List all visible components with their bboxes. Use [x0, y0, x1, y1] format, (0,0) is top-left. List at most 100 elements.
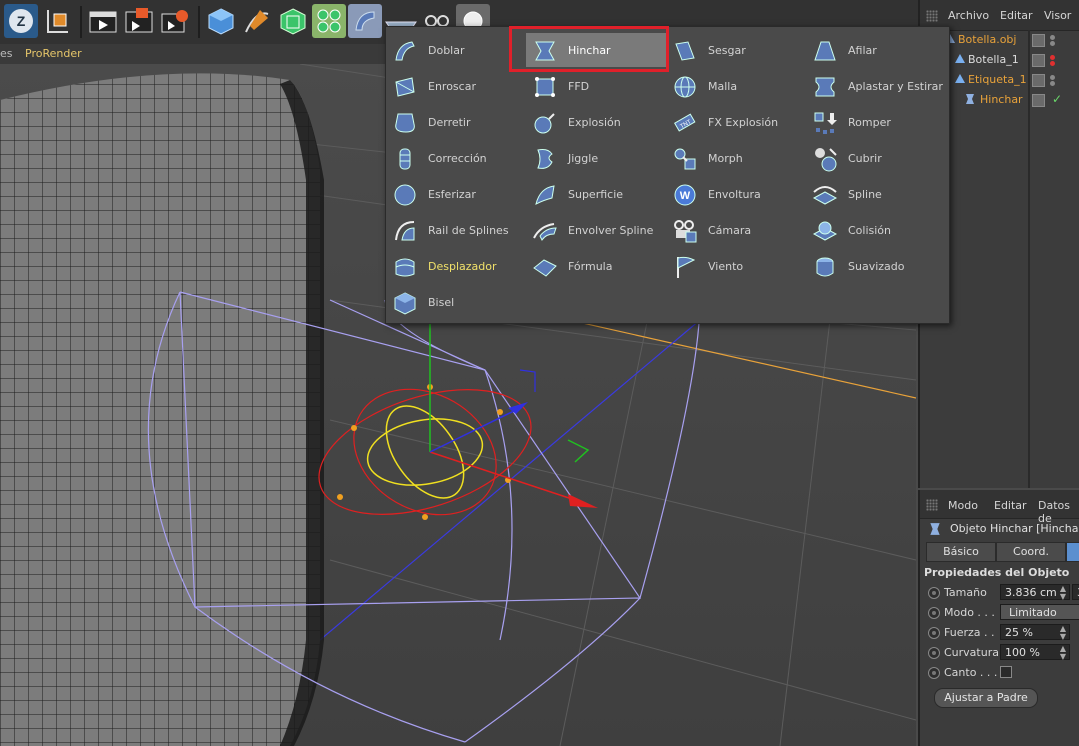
live-select-icon[interactable] — [40, 4, 74, 38]
displacer-icon — [392, 254, 418, 280]
menu-item-malla[interactable]: Malla — [666, 69, 806, 103]
undo-redo-icon[interactable]: Z — [4, 4, 38, 38]
menu-item-correccion[interactable]: Corrección — [386, 141, 526, 175]
menu-item-suavizado[interactable]: Suavizado — [806, 249, 946, 283]
render-settings-icon[interactable] — [158, 4, 192, 38]
twist-icon — [392, 74, 418, 100]
enabled-check-icon[interactable]: ✓ — [1052, 92, 1062, 106]
menu-editar[interactable]: Editar — [1000, 9, 1033, 22]
panel-grip-icon[interactable] — [926, 499, 938, 511]
menu-item-jiggle[interactable]: Jiggle — [526, 141, 666, 175]
fillet-checkbox[interactable] — [1000, 666, 1012, 678]
deformer-bend-icon[interactable] — [348, 4, 382, 38]
object-name: Botella_1 — [968, 53, 1019, 66]
menu-visor[interactable]: Visor — [1044, 9, 1071, 22]
menu-item-cubrir[interactable]: Cubrir — [806, 141, 946, 175]
menu-item-camara[interactable]: Cámara — [666, 213, 806, 247]
menu-editar[interactable]: Editar — [994, 499, 1027, 512]
polygon-object-icon — [955, 74, 965, 83]
menu-item-morph[interactable]: Morph — [666, 141, 806, 175]
menu-item-label: FX Explosión — [708, 116, 779, 129]
menu-item-desplazador[interactable]: Desplazador — [386, 249, 526, 283]
render-view-icon[interactable] — [86, 4, 120, 38]
curvature-input[interactable]: 100 % ▲ ▼ — [1000, 644, 1070, 661]
viewport-menu-prorender[interactable]: ProRender — [25, 47, 82, 60]
morph-icon — [672, 146, 698, 172]
attribute-title: Objeto Hinchar [Hinchar] — [950, 522, 1079, 535]
menu-item-viento[interactable]: Viento — [666, 249, 806, 283]
menu-column-3: Sesgar Malla TNT FX Explosión Morph W En… — [666, 27, 806, 323]
pen-spline-icon[interactable] — [240, 4, 274, 38]
menu-item-explosion[interactable]: Explosión — [526, 105, 666, 139]
render-picture-viewer-icon[interactable] — [122, 4, 156, 38]
tab-object[interactable] — [1066, 542, 1079, 562]
menu-item-fx-explosion[interactable]: TNT FX Explosión — [666, 105, 806, 139]
menu-item-colision[interactable]: Colisión — [806, 213, 946, 247]
viewport-menu-item[interactable]: es — [0, 47, 13, 60]
menu-item-sesgar[interactable]: Sesgar — [666, 33, 806, 67]
menu-item-bisel[interactable]: Bisel — [386, 285, 526, 319]
render-visibility-dot[interactable] — [1050, 61, 1055, 66]
mode-dropdown[interactable]: Limitado — [1000, 604, 1079, 620]
editor-visibility-dot[interactable] — [1050, 75, 1055, 80]
visibility-flag[interactable] — [1032, 74, 1045, 87]
editor-visibility-dot[interactable] — [1050, 35, 1055, 40]
keyframe-radio[interactable] — [928, 627, 940, 639]
menu-item-label: Cubrir — [848, 152, 882, 165]
cloner-icon[interactable] — [312, 4, 346, 38]
tab-coord[interactable]: Coord. — [996, 542, 1066, 562]
object-name: Botella.obj — [958, 33, 1017, 46]
menu-item-afilar[interactable]: Afilar — [806, 33, 946, 67]
render-visibility-dot[interactable] — [1050, 81, 1055, 86]
keyframe-radio[interactable] — [928, 647, 940, 659]
visibility-flag[interactable] — [1032, 94, 1045, 107]
menu-item-envoltura[interactable]: W Envoltura — [666, 177, 806, 211]
attribute-manager-menubar: Modo Editar Datos de — [920, 490, 1079, 525]
keyframe-radio[interactable] — [928, 587, 940, 599]
selection-highlight-box — [509, 26, 669, 72]
strength-input[interactable]: 25 % ▲ ▼ — [1000, 624, 1070, 641]
shatter-icon — [812, 110, 838, 136]
visibility-flag[interactable] — [1032, 54, 1045, 67]
panel-grip-icon[interactable] — [926, 10, 938, 22]
keyframe-radio[interactable] — [928, 607, 940, 619]
size-input[interactable]: 3.836 cm ▲ ▼ — [1000, 584, 1070, 601]
wind-icon — [672, 254, 698, 280]
menu-archivo[interactable]: Archivo — [948, 9, 989, 22]
squash-stretch-icon — [812, 74, 838, 100]
bottle-mesh[interactable] — [0, 73, 320, 746]
menu-item-ffd[interactable]: FFD — [526, 69, 666, 103]
menu-item-superficie[interactable]: Superficie — [526, 177, 666, 211]
menu-item-derretir[interactable]: Derretir — [386, 105, 526, 139]
tab-basico[interactable]: Básico — [926, 542, 996, 562]
menu-item-label: Desplazador — [428, 260, 497, 273]
menu-item-aplastar-y-estirar[interactable]: Aplastar y Estirar — [806, 69, 946, 103]
menu-item-romper[interactable]: Romper — [806, 105, 946, 139]
fit-to-parent-button[interactable]: Ajustar a Padre — [934, 688, 1038, 708]
menu-item-spline[interactable]: Spline — [806, 177, 946, 211]
menu-item-doblar[interactable]: Doblar — [386, 33, 526, 67]
menu-item-label: Aplastar y Estirar — [848, 80, 943, 93]
explosion-icon — [532, 110, 558, 136]
menu-item-label: Superficie — [568, 188, 624, 201]
size-input-y[interactable]: 3 — [1072, 584, 1079, 600]
render-visibility-dot[interactable] — [1050, 41, 1055, 46]
menu-item-rail-de-splines[interactable]: Rail de Splines — [386, 213, 526, 247]
menu-item-label: Colisión — [848, 224, 892, 237]
field-tamano: Tamaño 3.836 cm▲▼ 3 — [924, 584, 1079, 602]
menu-item-label: FFD — [568, 80, 590, 93]
menu-item-formula[interactable]: Fórmula — [526, 249, 666, 283]
smoothing-icon — [812, 254, 838, 280]
menu-item-esferizar[interactable]: Esferizar — [386, 177, 526, 211]
spline-deformer-icon — [812, 182, 838, 208]
cube-primitive-icon[interactable] — [204, 4, 238, 38]
subdivision-surface-icon[interactable] — [276, 4, 310, 38]
keyframe-radio[interactable] — [928, 667, 940, 679]
editor-visibility-dot[interactable] — [1050, 55, 1055, 60]
menu-item-label: Bisel — [428, 296, 455, 309]
menu-modo[interactable]: Modo — [948, 499, 978, 512]
menu-item-enroscar[interactable]: Enroscar — [386, 69, 526, 103]
menu-item-envolver-spline[interactable]: Envolver Spline — [526, 213, 666, 247]
visibility-flag[interactable] — [1032, 34, 1045, 47]
menu-item-label: Doblar — [428, 44, 465, 57]
